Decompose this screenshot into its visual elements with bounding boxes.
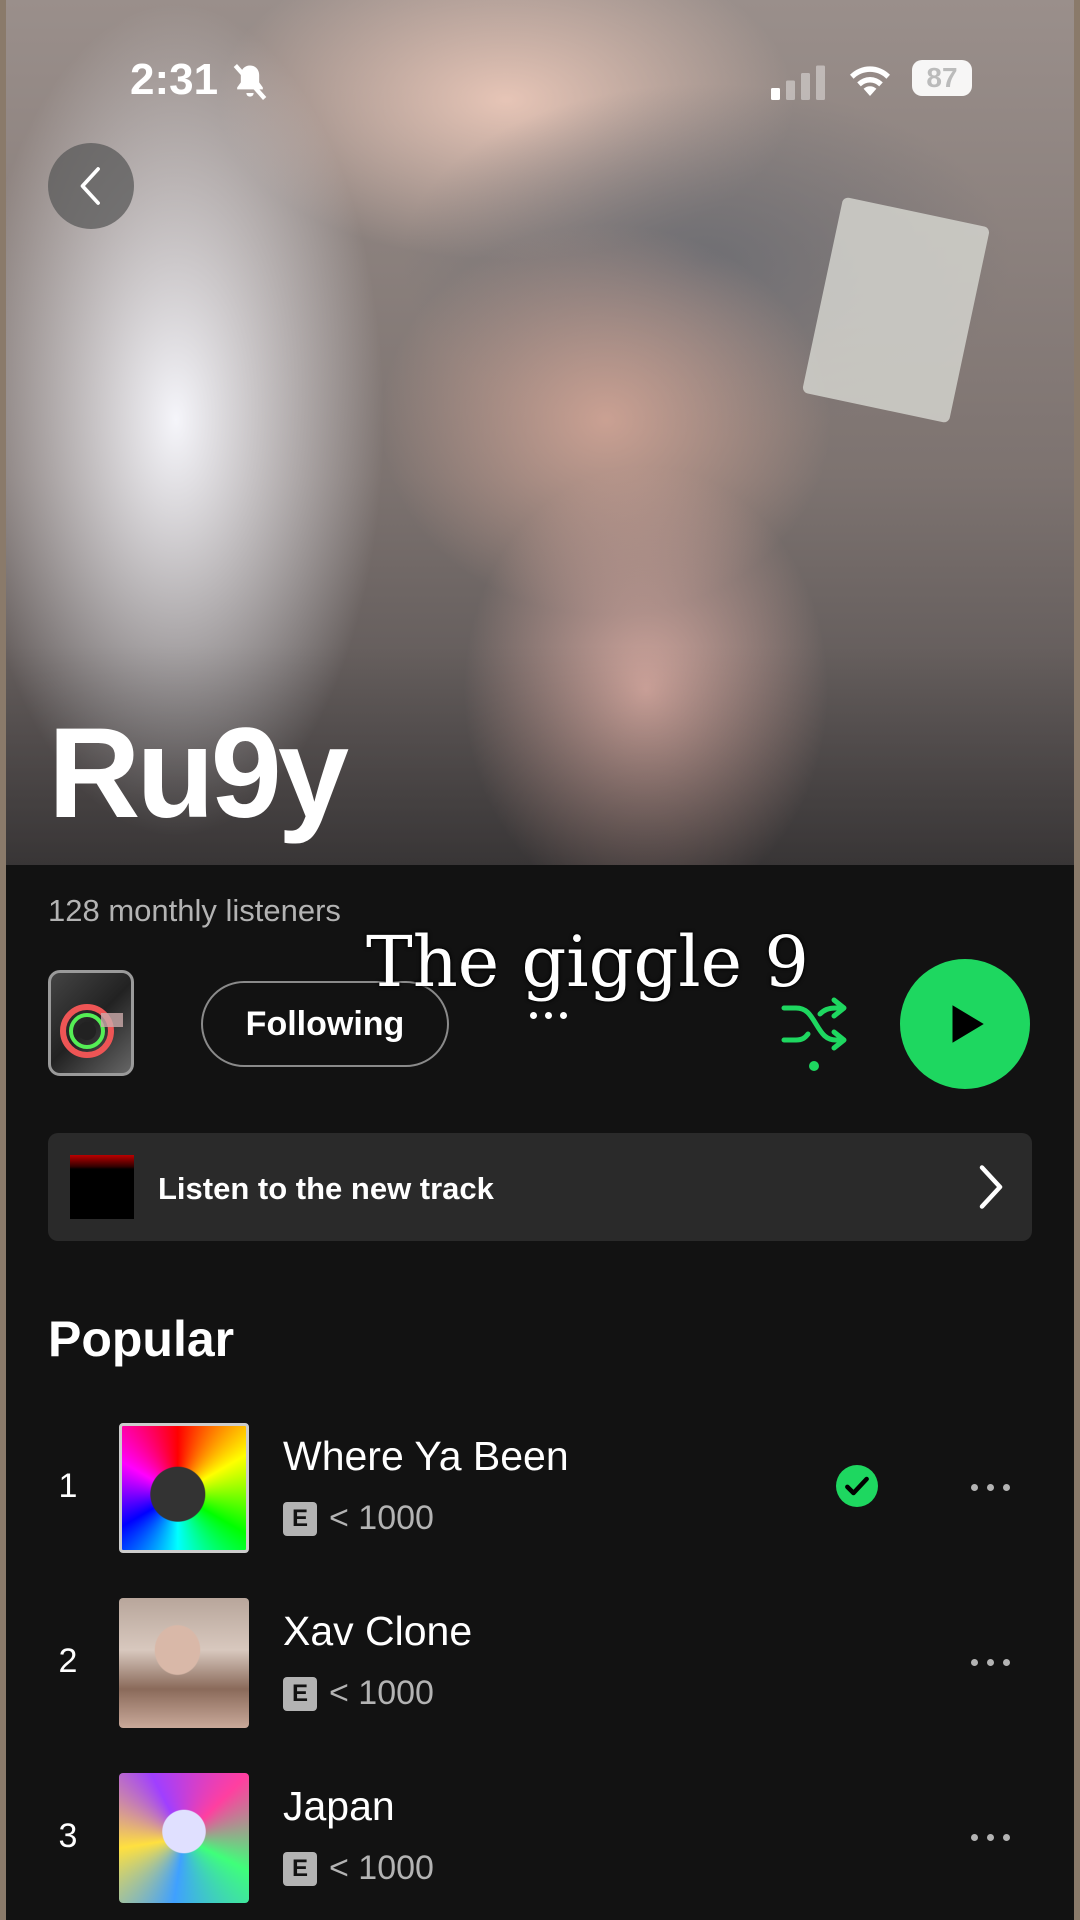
track-meta: E < 1000: [283, 1499, 434, 1538]
track-artwork: [119, 1773, 249, 1903]
chevron-left-icon: [80, 167, 100, 205]
track-row[interactable]: 3 Japan E < 1000: [0, 1765, 1080, 1905]
track-more-button[interactable]: [960, 1475, 1020, 1499]
explicit-badge: E: [283, 1851, 317, 1886]
artist-content: 128 monthly listeners The giggle 9 Follo…: [0, 865, 1080, 1920]
track-meta: E < 1000: [283, 1674, 434, 1713]
monthly-listeners: 128 monthly listeners: [48, 893, 341, 928]
track-meta: E < 1000: [283, 1849, 434, 1888]
explicit-badge: E: [283, 1676, 317, 1711]
track-title: Where Ya Been: [283, 1433, 569, 1479]
status-time: 2:31: [130, 55, 219, 104]
screen-bezel-left: [0, 0, 6, 1920]
saved-check-icon[interactable]: [836, 1465, 878, 1507]
screen-bezel-right: [1074, 0, 1080, 1920]
track-plays: < 1000: [329, 1674, 434, 1712]
track-more-button[interactable]: [960, 1650, 1020, 1674]
track-more-button[interactable]: [960, 1825, 1020, 1849]
status-bar: 2:31 87: [0, 0, 1080, 160]
bell-slash-icon: [233, 64, 267, 100]
track-title: Japan: [283, 1783, 395, 1829]
explicit-badge: E: [283, 1501, 317, 1536]
wifi-icon: [850, 66, 890, 96]
back-button[interactable]: [48, 143, 134, 229]
artist-release-thumbnail[interactable]: [48, 970, 134, 1076]
track-row[interactable]: 1 Where Ya Been E < 1000: [0, 1415, 1080, 1555]
track-plays: < 1000: [329, 1499, 434, 1537]
artist-name: Ru9y: [48, 702, 349, 845]
track-plays: < 1000: [329, 1849, 434, 1887]
play-icon: [952, 1005, 984, 1043]
track-title: Xav Clone: [283, 1608, 473, 1654]
new-track-banner[interactable]: Listen to the new track: [48, 1133, 1032, 1241]
chevron-right-icon: [979, 1165, 1003, 1209]
track-artwork: [119, 1423, 249, 1553]
track-artwork: [119, 1598, 249, 1728]
overlay-caption: The giggle 9: [366, 921, 809, 1003]
track-number: 1: [58, 1467, 78, 1505]
new-track-thumbnail: [70, 1155, 134, 1219]
battery-indicator: 87: [912, 60, 972, 96]
track-number: 3: [58, 1817, 78, 1855]
beanie-tag: [801, 196, 991, 424]
new-track-label: Listen to the new track: [158, 1171, 494, 1206]
track-row[interactable]: 2 Xav Clone E < 1000: [0, 1590, 1080, 1730]
signal-icon: [771, 65, 825, 100]
play-button[interactable]: [900, 959, 1030, 1089]
popular-heading: Popular: [48, 1311, 235, 1367]
track-number: 2: [58, 1642, 78, 1680]
